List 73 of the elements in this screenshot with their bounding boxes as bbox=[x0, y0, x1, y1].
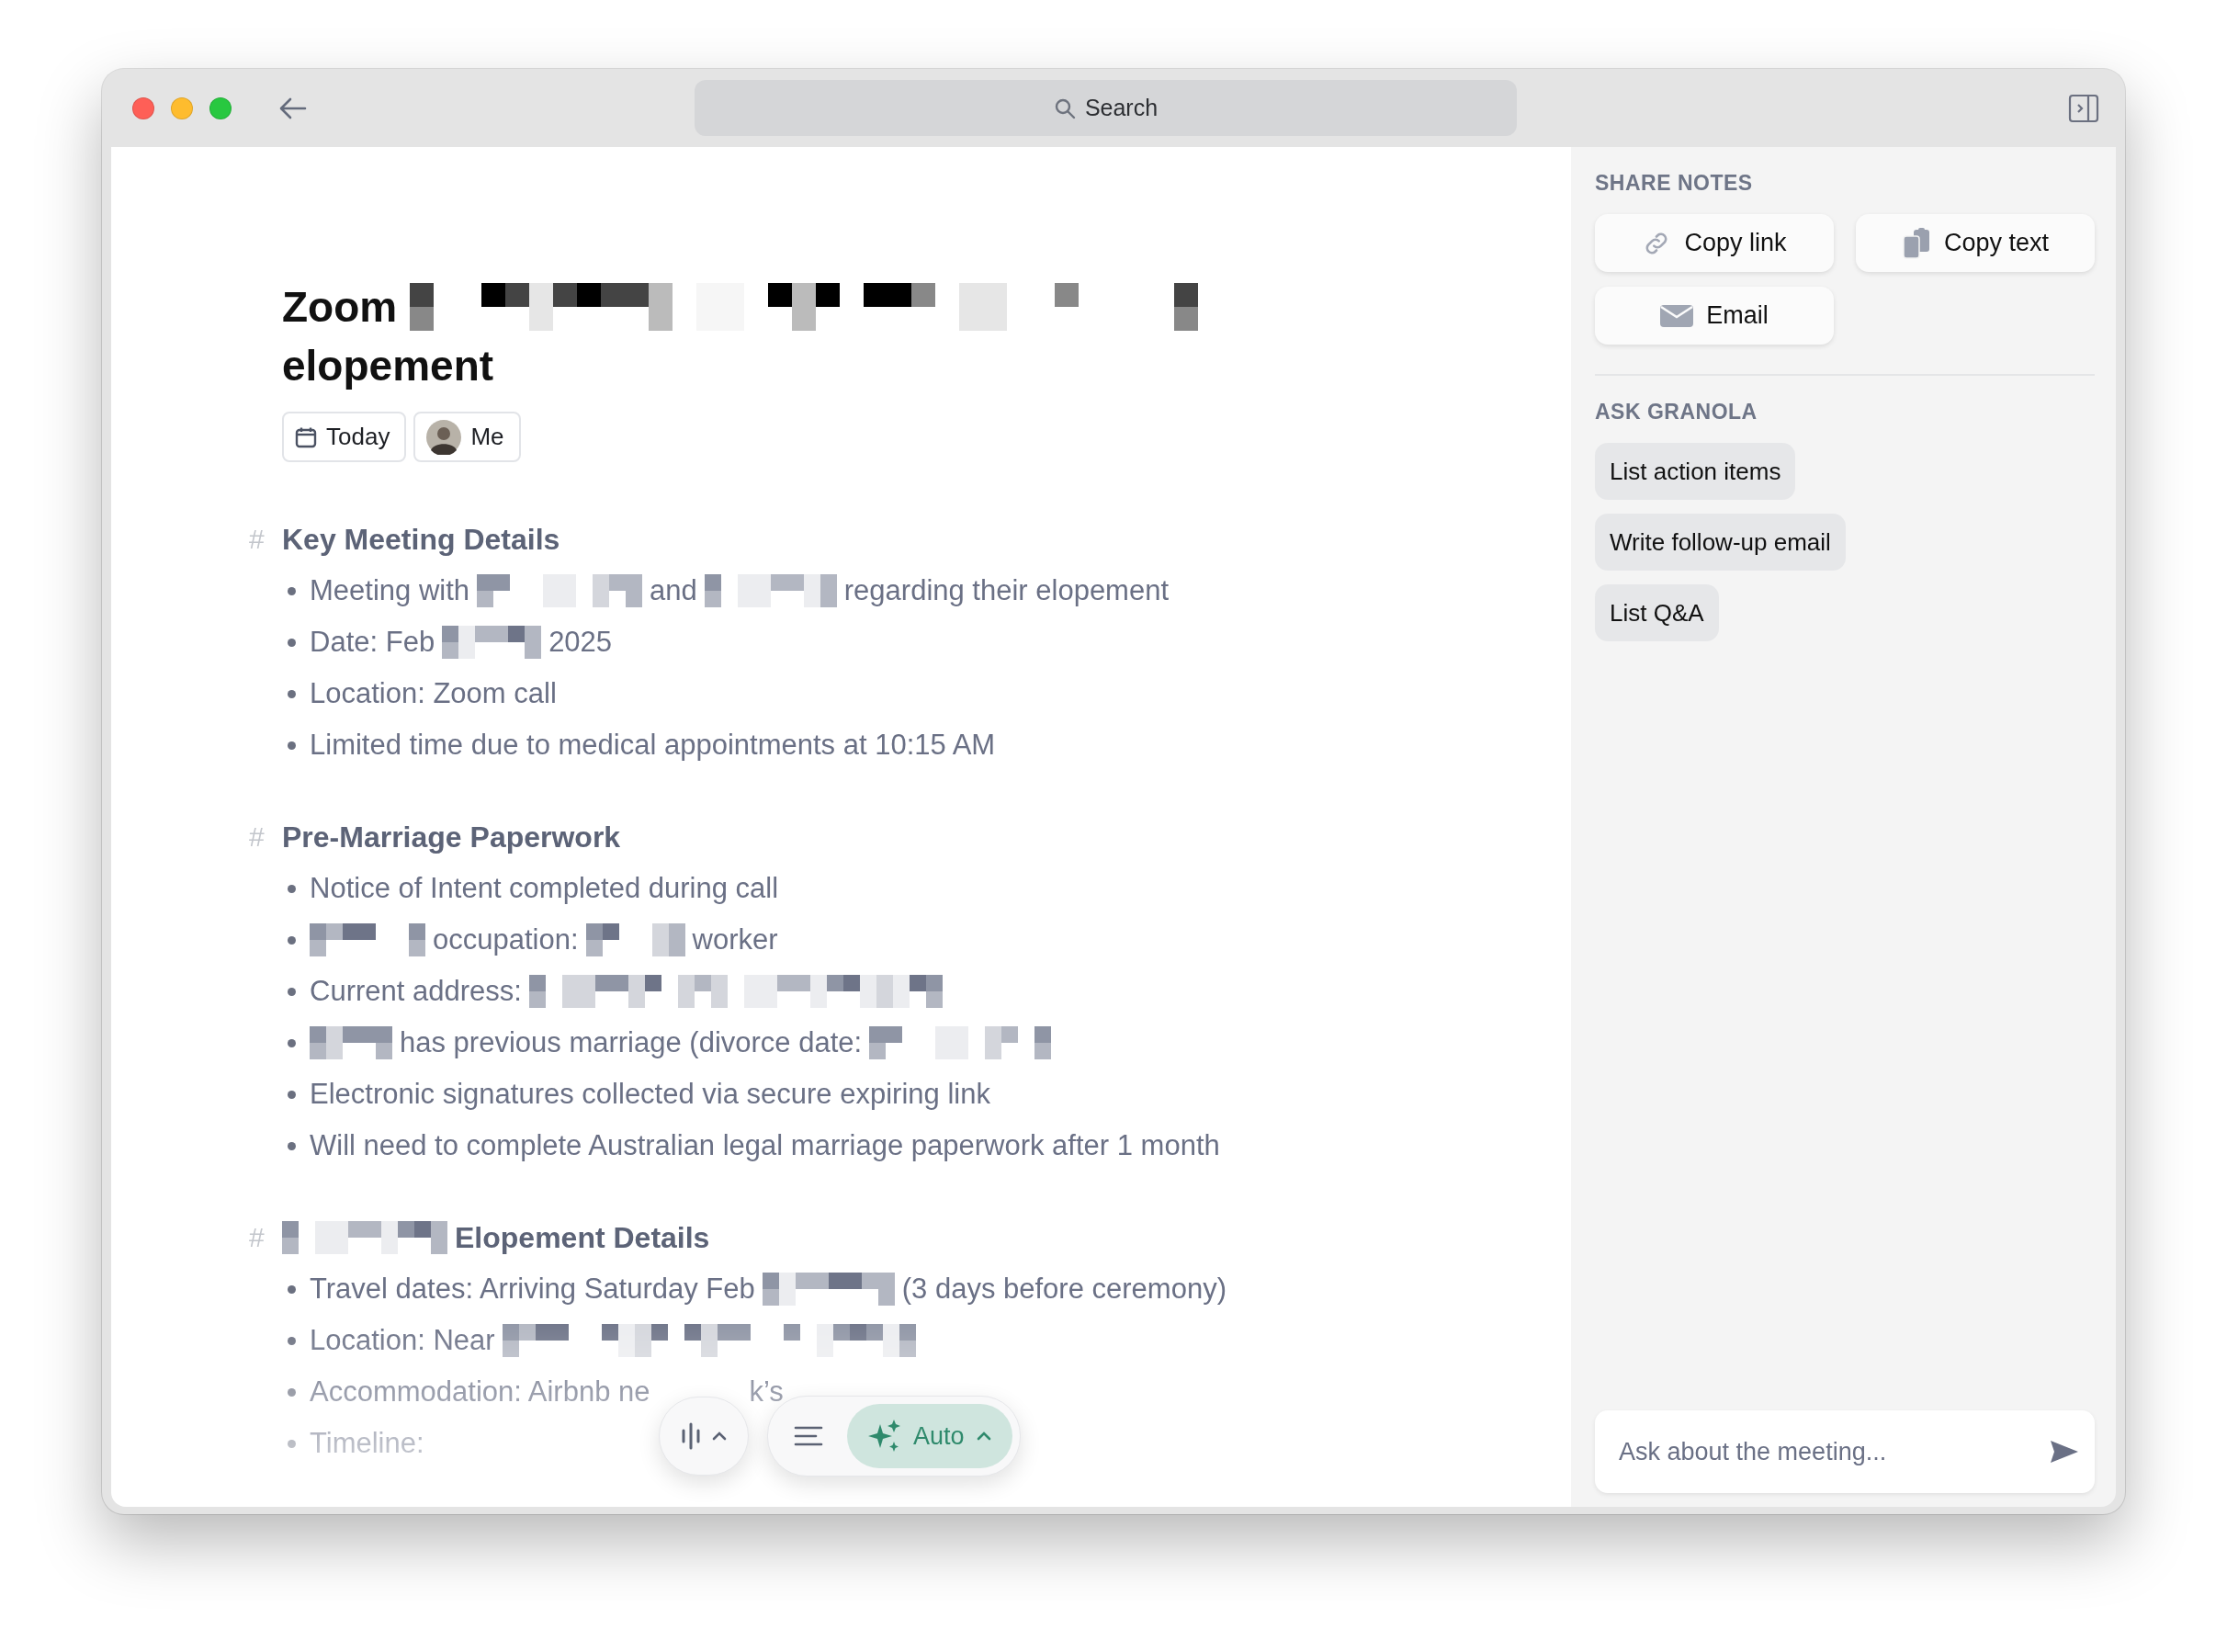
bullet-text: and bbox=[650, 574, 697, 607]
bullet-dot bbox=[288, 1038, 296, 1047]
attendee-chip[interactable]: Me bbox=[413, 412, 521, 462]
bullet-text: Location: Near bbox=[310, 1324, 495, 1357]
heading-hash: # bbox=[249, 821, 266, 853]
send-icon bbox=[2049, 1439, 2080, 1465]
search-field[interactable]: Search bbox=[695, 80, 1517, 136]
audio-bars-icon bbox=[680, 1421, 702, 1451]
bullet-text: (3 days before ceremony) bbox=[901, 1273, 1227, 1306]
section-label: ASK GRANOLA bbox=[1595, 400, 1758, 424]
sidebar-toggle-button[interactable] bbox=[2068, 93, 2099, 123]
bullet-dot bbox=[288, 638, 296, 647]
zoom-button[interactable] bbox=[209, 96, 232, 119]
bullet-dot bbox=[288, 1336, 296, 1345]
section-heading: Pre-Marriage Paperwork bbox=[282, 820, 621, 854]
chevron-up-icon bbox=[975, 1431, 992, 1442]
note-title: elopement bbox=[282, 341, 494, 391]
bullet-text: k’s bbox=[749, 1375, 784, 1409]
back-arrow-icon bbox=[279, 96, 307, 119]
bullet-dot bbox=[288, 689, 296, 698]
bullet-text: has previous marriage (divorce date: bbox=[400, 1026, 863, 1059]
sparkles-icon bbox=[867, 1419, 902, 1454]
bullet-dot bbox=[288, 1141, 296, 1150]
bullet-dot bbox=[288, 1439, 296, 1448]
bullet-dot bbox=[288, 741, 296, 750]
bullet-text: Limited time due to medical appointments at 10:15 AM bbox=[310, 729, 996, 762]
note-title: Zoom bbox=[282, 282, 398, 333]
bullet-text: Location: Zoom call bbox=[310, 677, 557, 710]
share-button[interactable]: Copy text bbox=[1856, 214, 2095, 272]
bullet-text: regarding their elopement bbox=[843, 574, 1170, 607]
bullet-text: Travel dates: Arriving Saturday Feb bbox=[310, 1273, 755, 1306]
heading-hash: # bbox=[249, 524, 266, 555]
clipboard-icon bbox=[1901, 227, 1931, 259]
bullet-text: Notice of Intent completed during call bbox=[310, 872, 779, 905]
prompt-chip[interactable]: List Q&A bbox=[1595, 584, 1719, 641]
prompt-chip[interactable]: Write follow-up email bbox=[1595, 514, 1846, 571]
bullet-text: Current address: bbox=[310, 975, 522, 1008]
section-label: SHARE NOTES bbox=[1595, 171, 1754, 196]
share-button[interactable]: Copy link bbox=[1595, 214, 1834, 272]
chevron-up-icon bbox=[711, 1431, 728, 1442]
sidebar-icon bbox=[2068, 93, 2099, 123]
bullet-text: 2025 bbox=[548, 626, 613, 659]
search-icon bbox=[1053, 96, 1076, 119]
bullet-text: worker bbox=[692, 923, 778, 956]
bullet-dot bbox=[288, 586, 296, 595]
section-heading: Elopement Details bbox=[455, 1220, 710, 1255]
heading-hash: # bbox=[249, 1222, 266, 1253]
bullet-text: Meeting with bbox=[310, 574, 470, 607]
bullet-text: Will need to complete Australian legal marriage paperwork after 1 month bbox=[310, 1129, 1220, 1162]
bullet-text: Electronic signatures collected via secure expiring link bbox=[310, 1078, 990, 1111]
avatar-icon bbox=[426, 419, 462, 455]
bullet-dot bbox=[288, 884, 296, 893]
ask-input[interactable]: Ask about the meeting... bbox=[1617, 1436, 2049, 1467]
lines-icon bbox=[794, 1425, 823, 1447]
bullet-dot bbox=[288, 1387, 296, 1397]
bullet-dot bbox=[288, 987, 296, 996]
close-button[interactable] bbox=[132, 96, 154, 119]
ask-field[interactable]: Ask about the meeting... bbox=[1595, 1410, 2095, 1493]
bullet-text: Accommodation: Airbnb ne bbox=[310, 1375, 650, 1409]
notes-view-button[interactable] bbox=[794, 1425, 823, 1447]
bullet-text: Timeline: bbox=[310, 1427, 424, 1460]
bullet-text: Date: Feb bbox=[310, 626, 435, 659]
section-heading: Key Meeting Details bbox=[282, 522, 560, 557]
bullet-dot bbox=[288, 1090, 296, 1099]
envelope-icon bbox=[1660, 304, 1694, 327]
bullet-dot bbox=[288, 935, 296, 945]
share-button[interactable]: Email bbox=[1595, 287, 1834, 345]
date-chip[interactable]: Today bbox=[282, 412, 407, 462]
send-button[interactable] bbox=[2049, 1439, 2080, 1465]
bullet-dot bbox=[288, 1284, 296, 1294]
prompt-chip[interactable]: List action items bbox=[1595, 443, 1796, 500]
calendar-icon bbox=[295, 425, 317, 448]
bullet-text: occupation: bbox=[433, 923, 579, 956]
